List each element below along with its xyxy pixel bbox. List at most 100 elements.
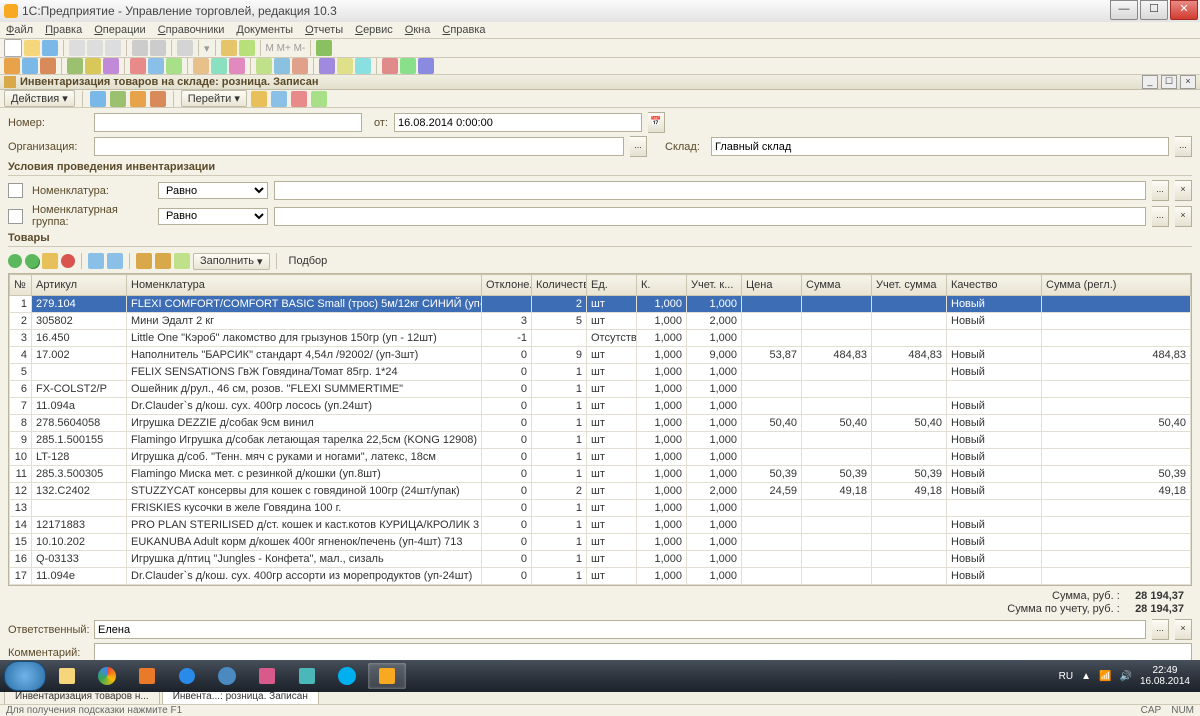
task-chrome[interactable] xyxy=(88,663,126,689)
col-header[interactable]: Номенклатура xyxy=(127,275,482,296)
menu-Отчеты[interactable]: Отчеты xyxy=(305,24,343,36)
menu-Документы[interactable]: Документы xyxy=(236,24,293,36)
col-header[interactable]: Отклоне... xyxy=(482,275,532,296)
t2-4[interactable] xyxy=(67,58,83,74)
table-row[interactable]: 711.094аDr.Clauder`s д/кош. сух. 400гр л… xyxy=(10,398,1191,415)
table-row[interactable]: 9285.1.500155Flamingo Игрушка д/собак ле… xyxy=(10,432,1191,449)
undo-icon[interactable] xyxy=(132,40,148,56)
t2-18[interactable] xyxy=(355,58,371,74)
number-field[interactable] xyxy=(94,113,362,132)
save-icon[interactable] xyxy=(42,40,58,56)
fill-button[interactable]: Заполнить ▾ xyxy=(193,253,270,270)
org-select-button[interactable]: ... xyxy=(630,136,647,157)
calendar-icon[interactable] xyxy=(239,40,255,56)
cut-icon[interactable] xyxy=(69,40,85,56)
t2-8[interactable] xyxy=(148,58,164,74)
doc-close-button[interactable]: × xyxy=(1180,75,1196,89)
menu-Файл[interactable]: Файл xyxy=(6,24,33,36)
delete-row-icon[interactable] xyxy=(61,254,75,268)
tray-network-icon[interactable]: 📶 xyxy=(1099,671,1111,682)
nomen-group-checkbox[interactable] xyxy=(8,209,23,224)
t2-5[interactable] xyxy=(85,58,101,74)
table-row[interactable]: 10LT-128Игрушка д/соб. "Тенн. мяч с рука… xyxy=(10,449,1191,466)
post-icon[interactable] xyxy=(90,91,106,107)
responsible-select-button[interactable]: ... xyxy=(1152,619,1169,640)
ab1-icon[interactable] xyxy=(251,91,267,107)
task-media[interactable] xyxy=(128,663,166,689)
table-row[interactable]: 16Q-03133Игрушка д/птиц "Jungles - Конфе… xyxy=(10,551,1191,568)
nomen-compare-select[interactable]: Равно xyxy=(158,182,268,199)
menu-Справка[interactable]: Справка xyxy=(442,24,485,36)
redo-icon[interactable] xyxy=(150,40,166,56)
t2-19[interactable] xyxy=(382,58,398,74)
table-row[interactable]: 6FX-COLST2/PОшейник д/рул., 46 см, розов… xyxy=(10,381,1191,398)
t2-12[interactable] xyxy=(229,58,245,74)
col-header[interactable]: Учет. сумма xyxy=(872,275,947,296)
col-header[interactable]: Артикул xyxy=(32,275,127,296)
sort-asc-icon[interactable] xyxy=(136,253,152,269)
menu-Окна[interactable]: Окна xyxy=(405,24,431,36)
paste-icon[interactable] xyxy=(105,40,121,56)
goto-dropdown[interactable]: Перейти ▾ xyxy=(181,90,247,107)
menu-Справочники[interactable]: Справочники xyxy=(158,24,225,36)
responsible-field[interactable] xyxy=(94,620,1146,639)
col-header[interactable]: К. xyxy=(637,275,687,296)
task-app1[interactable] xyxy=(248,663,286,689)
copy-row-icon[interactable] xyxy=(25,254,39,268)
col-header[interactable]: Сумма (регл.) xyxy=(1042,275,1191,296)
t2-10[interactable] xyxy=(193,58,209,74)
t2-13[interactable] xyxy=(256,58,272,74)
t2-15[interactable] xyxy=(292,58,308,74)
nomen-group-value-field[interactable] xyxy=(274,207,1146,226)
doc-max-button[interactable]: ☐ xyxy=(1161,75,1177,89)
print-icon[interactable] xyxy=(130,91,146,107)
settings-icon[interactable] xyxy=(174,253,190,269)
nomen-group-compare-select[interactable]: Равно xyxy=(158,208,268,225)
col-header[interactable]: Учет. к... xyxy=(687,275,742,296)
col-header[interactable]: Сумма xyxy=(802,275,872,296)
date-picker-button[interactable]: 📅 xyxy=(648,112,665,133)
help-icon[interactable] xyxy=(316,40,332,56)
move-down-icon[interactable] xyxy=(107,253,123,269)
t2-2[interactable] xyxy=(22,58,38,74)
actions-dropdown[interactable]: Действия ▾ xyxy=(4,90,75,107)
task-explorer[interactable] xyxy=(48,663,86,689)
table-row[interactable]: 1279.104FLEXI COMFORT/COMFORT BASIC Smal… xyxy=(10,296,1191,313)
copy-icon[interactable] xyxy=(87,40,103,56)
task-1c[interactable] xyxy=(368,663,406,689)
t2-11[interactable] xyxy=(211,58,227,74)
col-header[interactable]: Ед. xyxy=(587,275,637,296)
t2-6[interactable] xyxy=(103,58,119,74)
table-row[interactable]: 1412171883PRO PLAN STERILISED д/ст. коше… xyxy=(10,517,1191,534)
move-up-icon[interactable] xyxy=(88,253,104,269)
t2-16[interactable] xyxy=(319,58,335,74)
add-row-icon[interactable] xyxy=(8,254,22,268)
minimize-button[interactable]: — xyxy=(1110,0,1138,20)
ab2-icon[interactable] xyxy=(271,91,287,107)
nomen-value-field[interactable] xyxy=(274,181,1146,200)
table-row[interactable]: 11285.3.500305Flamingo Миска мет. с рези… xyxy=(10,466,1191,483)
warehouse-select-button[interactable]: ... xyxy=(1175,136,1192,157)
task-skype[interactable] xyxy=(328,663,366,689)
tray-flag-icon[interactable]: ▲ xyxy=(1081,671,1091,682)
table-row[interactable]: 1711.094еDr.Clauder`s д/кош. сух. 400гр … xyxy=(10,568,1191,585)
t2-21[interactable] xyxy=(418,58,434,74)
t2-17[interactable] xyxy=(337,58,353,74)
tray-clock[interactable]: 22:4916.08.2014 xyxy=(1140,665,1190,687)
table-row[interactable]: 12132.С2402STUZZYCAT консервы для кошек … xyxy=(10,483,1191,500)
menu-Операции[interactable]: Операции xyxy=(94,24,145,36)
table-row[interactable]: 2305802Мини Эдалт 2 кг35шт1,0002,000Новы… xyxy=(10,313,1191,330)
org-field[interactable] xyxy=(94,137,624,156)
ab4-icon[interactable] xyxy=(311,91,327,107)
task-hp[interactable] xyxy=(208,663,246,689)
t2-9[interactable] xyxy=(166,58,182,74)
t2-14[interactable] xyxy=(274,58,290,74)
calc-icon[interactable] xyxy=(221,40,237,56)
nomen-group-select-button[interactable]: ... xyxy=(1152,206,1169,227)
task-app2[interactable] xyxy=(288,663,326,689)
maximize-button[interactable]: ☐ xyxy=(1140,0,1168,20)
start-button[interactable] xyxy=(4,661,46,691)
open-icon[interactable] xyxy=(24,40,40,56)
table-row[interactable]: 13FRISKIES кусочки в желе Говядина 100 г… xyxy=(10,500,1191,517)
new-icon[interactable] xyxy=(4,39,22,57)
